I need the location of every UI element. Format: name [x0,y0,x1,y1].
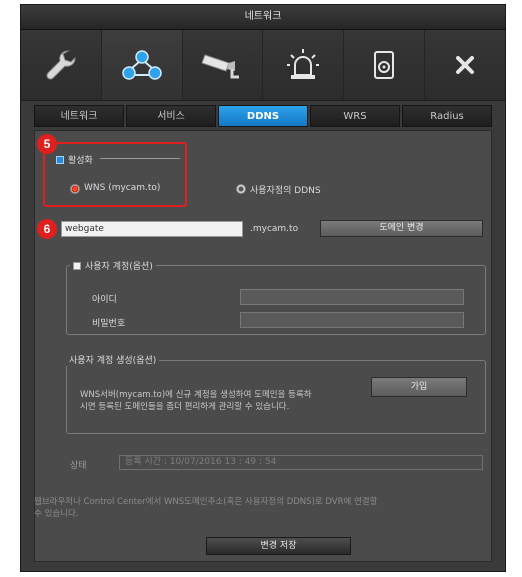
alarm-icon [287,49,320,79]
settings-tabs: 네트워크 서비스 DDNS WRS Radius [34,105,492,127]
toolbar-close-button[interactable] [425,30,505,100]
wns-radio-label: WNS (mycam.to) [84,183,161,193]
network-icon [121,50,162,80]
category-toolbar [21,30,505,101]
window-title: 네트워크 [21,5,505,30]
help-note-line-2: 수 있습니다. [34,509,79,519]
change-domain-button[interactable]: 도메인 변경 [320,220,483,237]
tab-network[interactable]: 네트워크 [34,105,124,127]
status-label: 상태 [70,461,87,471]
enable-label: 활성화 [68,156,93,166]
save-changes-button[interactable]: 변경 저장 [206,537,351,555]
toolbar-camera-button[interactable] [183,30,264,100]
password-label: 비밀번호 [92,319,126,329]
toolbar-network-button[interactable] [101,30,183,100]
toolbar-storage-button[interactable] [344,30,426,100]
tab-wrs[interactable]: WRS [310,105,400,127]
custom-ddns-radio-label: 사용자정의 DDNS [250,186,321,196]
join-button[interactable]: 가입 [371,377,467,397]
callout-badge-5: 5 [37,134,57,154]
wrench-icon [46,50,76,80]
status-value: 등록 시간 : 10/07/2016 13 : 49 : 54 [119,455,483,470]
camera-icon [200,54,239,79]
help-note-line-1: 웹브라우저나 Control Center에서 WNS도메인주소(혹은 사용자정… [34,497,378,507]
wns-radio[interactable] [70,184,80,194]
user-account-legend-text: 사용자 계정(옵션) [85,262,153,272]
create-account-description-2: 시면 등록된 도메인들을 좀더 편리하게 관리할 수 있습니다. [80,402,290,412]
callout-badge-6: 6 [37,219,57,239]
tab-service[interactable]: 서비스 [126,105,216,127]
user-account-checkbox[interactable] [73,262,81,270]
disk-icon [374,51,395,79]
create-account-description-1: WNS서버(mycam.to)에 신규 계정을 생성하여 도메인을 등록하 [80,390,312,400]
domain-input[interactable]: webgate [61,221,243,237]
close-icon [456,56,475,74]
create-account-legend: 사용자 계정 생성(옵션) [66,353,160,366]
user-account-legend: 사용자 계정(옵션) [70,259,156,272]
enable-group-line [100,158,180,159]
custom-ddns-radio[interactable] [236,184,246,194]
id-input[interactable] [240,289,464,305]
highlight-box [43,142,187,207]
help-note: 웹브라우저나 Control Center에서 WNS도메인주소(혹은 사용자정… [34,496,484,520]
toolbar-system-button[interactable] [21,30,102,100]
enable-checkbox[interactable] [56,156,64,164]
tab-ddns[interactable]: DDNS [218,105,308,127]
toolbar-event-button[interactable] [263,30,345,100]
id-label: 아이디 [92,295,117,305]
tab-radius[interactable]: Radius [402,105,492,127]
password-input[interactable] [240,312,464,328]
domain-suffix: .mycam.to [250,224,299,234]
